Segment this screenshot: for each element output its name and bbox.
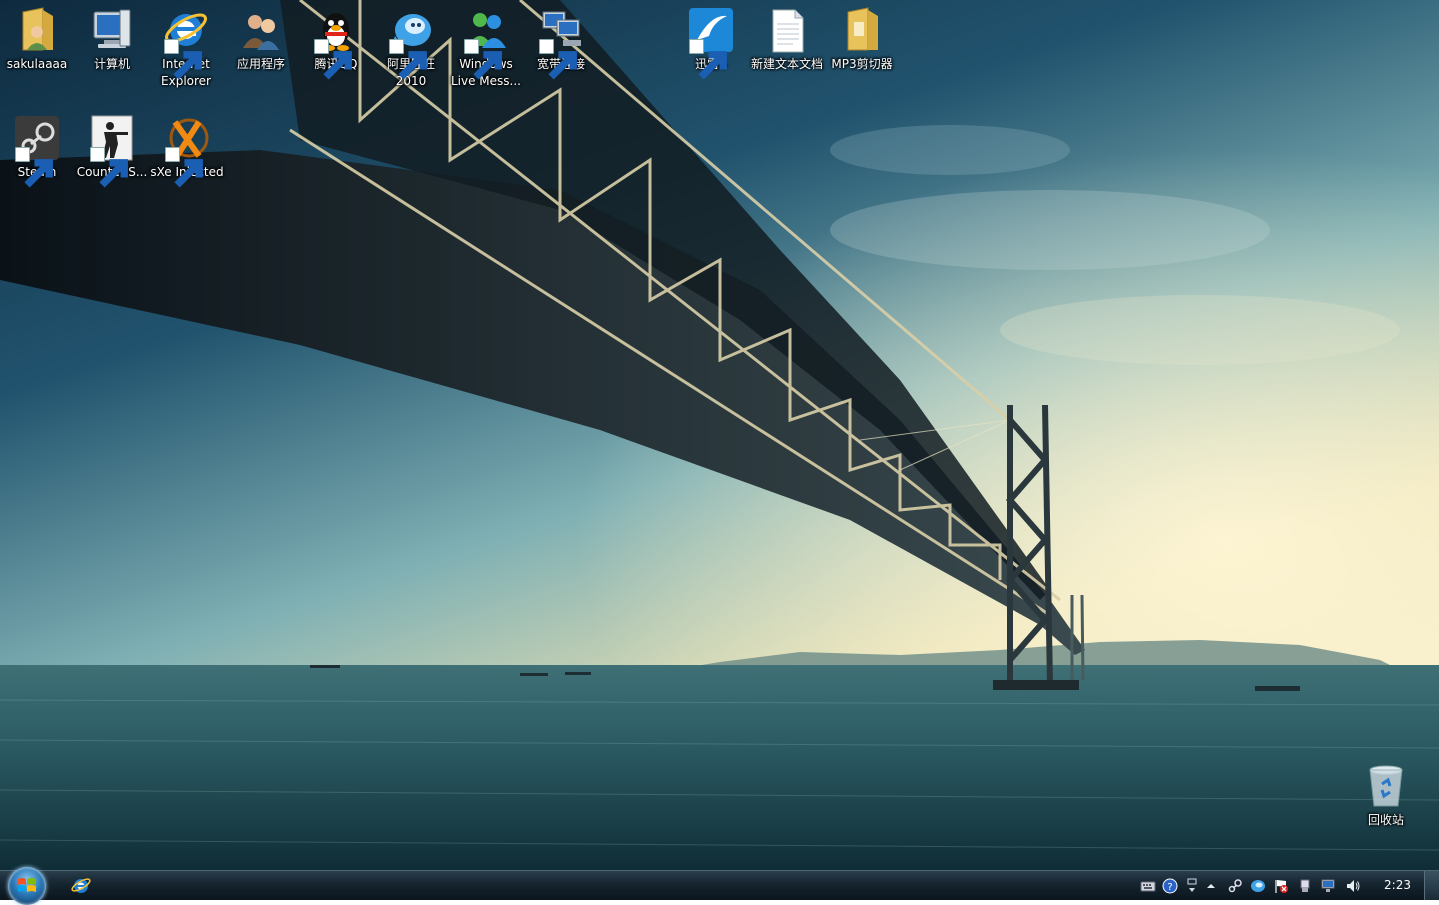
windows-live-messenger-icon <box>462 6 510 80</box>
desktop-icon-steam[interactable]: Steam <box>0 114 74 188</box>
network-connection-icon <box>537 6 585 80</box>
shortcut-arrow-icon <box>464 39 502 80</box>
desktop-icon-mp3-cutter[interactable]: MP3剪切器 <box>825 6 899 73</box>
internet-explorer-icon <box>162 6 210 80</box>
show-desktop-button[interactable] <box>1424 871 1439 900</box>
volume-icon[interactable] <box>1345 878 1361 894</box>
aliwangwang-tray-icon[interactable] <box>1250 878 1266 894</box>
desktop-icon-aliwangwang[interactable]: 阿里旺旺 2010 <box>374 6 448 90</box>
sxe-injected-icon <box>163 114 211 188</box>
keyboard-icon[interactable] <box>1140 878 1156 894</box>
desktop-icon-sxe-injected[interactable]: sXe Injected <box>150 114 224 188</box>
start-orb-icon[interactable] <box>8 867 46 905</box>
steam-icon <box>13 114 61 188</box>
taskbar: ? 2:23 <box>0 867 1439 905</box>
folder-icon <box>838 6 886 54</box>
qq-penguin-icon <box>312 6 360 80</box>
desktop-icon-user-folder[interactable]: sakulaaaa <box>0 6 74 73</box>
desktop-icon-label: 计算机 <box>93 57 130 71</box>
desktop-icon-xunlei[interactable]: 迅雷5 <box>674 6 748 80</box>
svg-text:?: ? <box>1167 882 1172 893</box>
taskbar-internet-explorer-icon[interactable] <box>70 875 92 897</box>
shortcut-arrow-icon <box>164 39 202 80</box>
users-icon <box>237 6 285 54</box>
shortcut-arrow-icon <box>165 147 203 188</box>
usb-device-icon[interactable] <box>1297 878 1313 894</box>
recycle-bin-icon <box>1362 762 1410 810</box>
desktop-icon-label: sakulaaaa <box>6 57 68 71</box>
desktop-icon-new-text-document[interactable]: 新建文本文档 <box>750 6 824 73</box>
clock[interactable]: 2:23 <box>1384 878 1411 892</box>
desktop-icon-label: 回收站 <box>1367 813 1404 827</box>
user-folder-icon <box>13 6 61 54</box>
language-bar-icon[interactable] <box>1184 878 1200 894</box>
desktop-icon-label: MP3剪切器 <box>831 57 893 71</box>
shortcut-arrow-icon <box>539 39 577 80</box>
shortcut-arrow-icon <box>90 147 128 188</box>
shortcut-arrow-icon <box>389 39 427 80</box>
desktop-icon-recycle-bin[interactable]: 回收站 <box>1349 762 1423 829</box>
shortcut-arrow-icon <box>314 39 352 80</box>
show-hidden-icons-arrow[interactable] <box>1203 878 1219 894</box>
xunlei-icon <box>687 6 735 80</box>
desktop-icon-label: 应用程序 <box>236 57 285 71</box>
flag-action-center-icon[interactable] <box>1273 878 1289 894</box>
desktop-icon-qq[interactable]: 腾讯QQ <box>299 6 373 80</box>
network-icon[interactable] <box>1320 878 1336 894</box>
shortcut-arrow-icon <box>15 147 53 188</box>
desktop-icon-windows-live-messenger[interactable]: Windows Live Mess... <box>449 6 523 90</box>
desktop-icon-internet-explorer[interactable]: Internet Explorer <box>149 6 223 90</box>
help-icon[interactable]: ? <box>1162 878 1178 894</box>
counter-strike-icon <box>88 114 136 188</box>
desktop-icon-broadband-connection[interactable]: 宽带连接 <box>524 6 598 80</box>
desktop-icon-counter-strike[interactable]: Counter-S... <box>75 114 149 188</box>
desktop-icon-computer[interactable]: 计算机 <box>75 6 149 73</box>
desktop-icon-apps[interactable]: 应用程序 <box>224 6 298 73</box>
computer-icon <box>88 6 136 54</box>
shortcut-arrow-icon <box>689 39 727 80</box>
aliwangwang-icon <box>387 6 435 80</box>
steam-tray-icon[interactable] <box>1227 878 1243 894</box>
text-document-icon <box>763 6 811 54</box>
desktop-icon-label: 新建文本文档 <box>750 57 823 71</box>
